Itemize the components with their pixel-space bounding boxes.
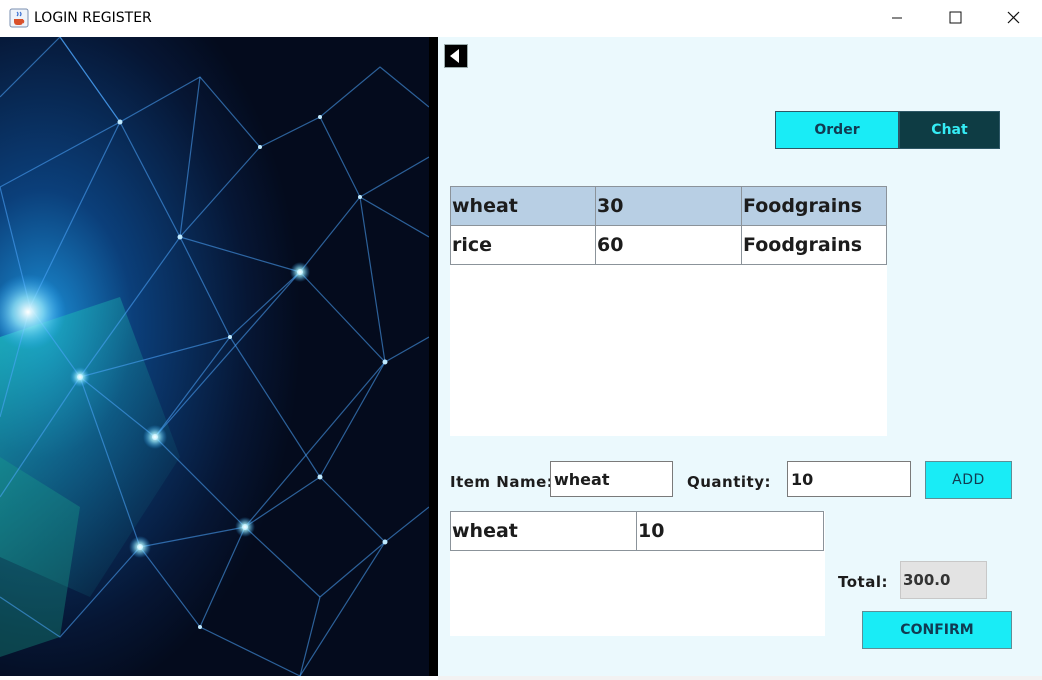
triangle-left-icon — [450, 49, 459, 63]
cart-name-cell[interactable]: wheat — [450, 511, 637, 551]
product-qty-cell[interactable]: 30 — [596, 186, 742, 226]
minimize-button[interactable] — [874, 0, 920, 37]
tab-chat[interactable]: Chat — [899, 111, 1000, 149]
tab-order[interactable]: Order — [775, 111, 899, 149]
java-coffee-icon — [9, 8, 29, 28]
close-button[interactable] — [990, 0, 1036, 37]
title-bar: LOGIN REGISTER — [0, 0, 1042, 37]
window-bottom-edge — [438, 676, 1042, 680]
item-name-label: Item Name: — [450, 473, 554, 491]
table-row[interactable]: rice 60 Foodgrains — [450, 225, 887, 265]
total-label: Total: — [838, 573, 888, 591]
product-name-cell[interactable]: rice — [450, 225, 596, 265]
table-row[interactable]: wheat 10 — [450, 511, 824, 551]
cart-table[interactable]: wheat 10 — [450, 511, 825, 636]
panel-divider — [429, 37, 438, 676]
quantity-label: Quantity: — [687, 473, 771, 491]
quantity-field[interactable]: 10 — [787, 461, 911, 497]
total-field: 300.0 — [900, 561, 987, 599]
product-name-cell[interactable]: wheat — [450, 186, 596, 226]
back-button[interactable] — [444, 44, 468, 68]
product-category-cell[interactable]: Foodgrains — [742, 186, 887, 226]
maximize-button[interactable] — [932, 0, 978, 37]
item-name-field[interactable]: wheat — [550, 461, 673, 497]
table-row[interactable]: wheat 30 Foodgrains — [450, 186, 887, 226]
network-background-image — [0, 37, 429, 676]
close-icon — [1007, 11, 1020, 24]
product-qty-cell[interactable]: 60 — [596, 225, 742, 265]
maximize-icon — [949, 11, 962, 24]
add-button[interactable]: ADD — [925, 461, 1012, 499]
minimize-icon — [892, 17, 902, 19]
confirm-button[interactable]: CONFIRM — [862, 611, 1012, 649]
products-table[interactable]: wheat 30 Foodgrains rice 60 Foodgrains — [450, 186, 887, 436]
window-title: LOGIN REGISTER — [34, 10, 152, 26]
cart-qty-cell[interactable]: 10 — [637, 511, 824, 551]
product-category-cell[interactable]: Foodgrains — [742, 225, 887, 265]
